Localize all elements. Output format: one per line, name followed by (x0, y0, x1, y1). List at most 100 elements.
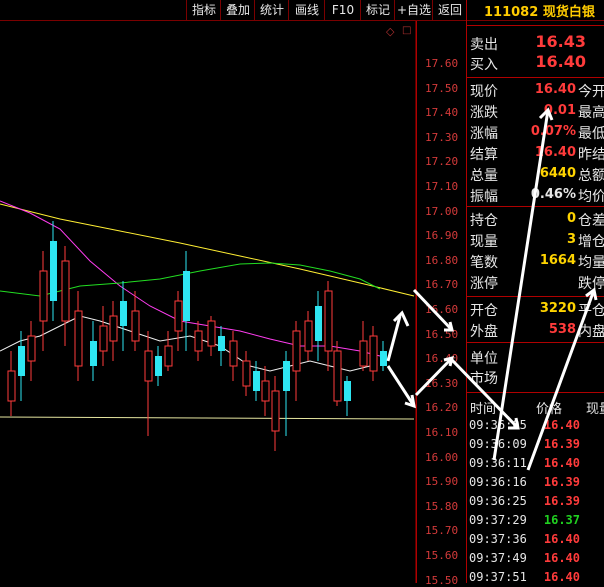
tick-price: 16.39 (543, 475, 580, 489)
candle-body (144, 350, 153, 382)
tick-time: 09:36:11 (469, 456, 527, 470)
candle-body (207, 320, 216, 347)
candle-body (229, 340, 238, 367)
candle-body (369, 335, 378, 372)
candle-body (109, 315, 118, 342)
ticks-header-qty: 现量 (586, 402, 604, 417)
tick-price: 16.40 (543, 418, 580, 432)
annotation-arrows (386, 310, 416, 409)
price-axis-label: 16.40 (425, 352, 459, 366)
position-label: 笔数 (470, 255, 498, 271)
separator (466, 296, 604, 297)
stat-right-label: 昨结 (578, 147, 604, 163)
stat-value: 16.40 (534, 82, 576, 97)
trade-side-value: 3220 (539, 301, 576, 316)
candle-body (283, 361, 290, 391)
price-axis-label: 16.50 (425, 327, 459, 341)
kline-canvas (0, 21, 416, 583)
tick-price: 16.39 (543, 494, 580, 508)
stat-right-label: 今开 (578, 84, 604, 100)
price-axis-label: 17.50 (425, 81, 459, 95)
tick-time: 09:36:16 (469, 475, 527, 489)
support-line (0, 416, 415, 420)
separator (466, 77, 604, 78)
price-axis-label: 16.80 (425, 253, 459, 267)
candle-body (164, 345, 173, 367)
tick-price: 16.40 (543, 532, 580, 546)
arrow-down-left (386, 365, 416, 407)
candle-body (344, 381, 351, 401)
position-value: 1664 (539, 253, 576, 268)
ticks-header-time: 时间 (470, 402, 497, 417)
candles (7, 221, 387, 451)
back-button[interactable]: 返回 (432, 0, 467, 20)
stat-label: 现价 (470, 84, 498, 100)
draw-line-button[interactable]: 画线 (288, 0, 325, 20)
tick-time: 09:36:25 (469, 494, 527, 508)
price-axis-label: 17.20 (425, 155, 459, 169)
candle-body (253, 371, 260, 391)
candle-body (120, 301, 127, 326)
tick-time: 09:36:09 (469, 437, 527, 451)
separator (466, 342, 604, 343)
tick-time: 09:37:49 (469, 551, 527, 565)
position-label: 涨停 (470, 276, 498, 292)
candle-body (304, 320, 313, 352)
separator (466, 392, 604, 393)
candle-body (74, 310, 83, 367)
stat-right-label: 均价 (578, 189, 604, 205)
candle-body (261, 380, 270, 402)
candle-body (315, 306, 322, 341)
f10-button[interactable]: F10 (324, 0, 361, 20)
mark-button[interactable]: 标记 (360, 0, 395, 20)
price-axis-label: 15.60 (425, 549, 459, 562)
stat-value: 6440 (539, 166, 576, 181)
stat-right-label: 最低 (578, 126, 604, 142)
tick-time: 09:37:29 (469, 513, 527, 527)
stat-label: 振幅 (470, 189, 498, 205)
add-favorite-button[interactable]: +自选 (394, 0, 433, 20)
candle-body (333, 350, 342, 402)
price-axis-label: 17.10 (425, 180, 459, 193)
market-label: 市场 (470, 371, 498, 387)
arrow-up-head (392, 310, 410, 327)
candle-body (380, 351, 387, 366)
candle-body (271, 390, 280, 432)
price-axis-label: 17.40 (425, 106, 459, 120)
price-axis-label: 15.70 (425, 524, 459, 538)
trade-side-right-label: 平仓 (578, 303, 604, 319)
overlay-button[interactable]: 叠加 (220, 0, 255, 20)
price-axis-label: 17.00 (425, 204, 459, 218)
position-right-label: 增仓 (578, 234, 604, 250)
price-axis: 17.60 17.50 17.40 17.30 17.20 17.10 17.00 16.90… (416, 21, 467, 587)
stat-label: 涨跌 (470, 105, 498, 121)
buy-price: 16.40 (535, 52, 586, 71)
separator (466, 206, 604, 207)
indicator-button[interactable]: 指标 (186, 0, 221, 20)
tick-price: 16.40 (543, 551, 580, 565)
tick-price: 16.40 (543, 570, 580, 584)
stat-value: 0.01 (543, 103, 576, 118)
tick-price: 16.37 (543, 513, 580, 527)
stat-label: 结算 (470, 147, 498, 163)
statistics-button[interactable]: 统计 (254, 0, 289, 20)
candlestick-chart[interactable]: ◇ □ (0, 21, 416, 583)
candle-body (242, 360, 251, 387)
price-axis-label: 15.90 (425, 475, 459, 489)
sell-label: 卖出 (470, 37, 498, 53)
candle-body (155, 356, 162, 376)
tick-time: 09:37:51 (469, 570, 527, 584)
price-axis-label: 17.60 (425, 57, 459, 70)
price-axis-label: 17.30 (425, 130, 459, 144)
price-axis-label: 16.30 (425, 376, 459, 390)
buy-label: 买入 (470, 57, 498, 73)
stat-label: 涨幅 (470, 126, 498, 142)
candle-body (324, 290, 333, 352)
price-axis-label: 16.10 (425, 426, 459, 439)
stat-value: 0.46% (530, 187, 576, 202)
trade-side-value: 538 (548, 322, 576, 337)
candle-body (218, 336, 225, 351)
candle-body (131, 310, 140, 342)
candle-body (18, 346, 25, 376)
candle-body (99, 325, 108, 352)
